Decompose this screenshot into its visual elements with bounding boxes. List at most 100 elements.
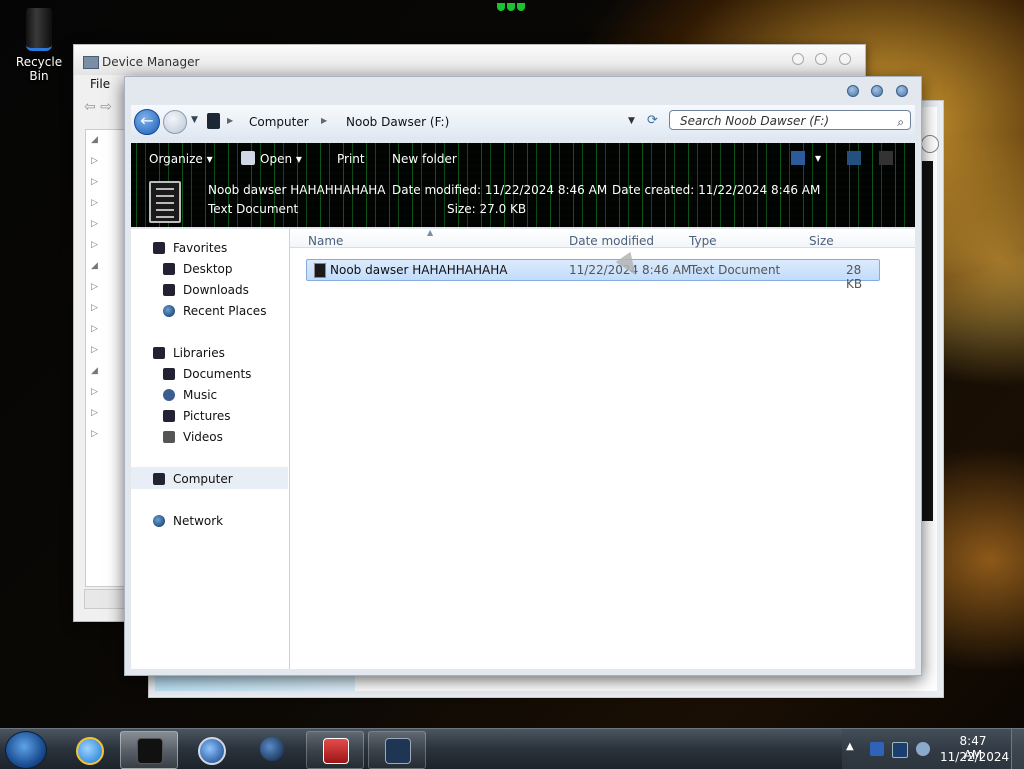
forward-arrow-icon[interactable]: ⇨ — [100, 99, 112, 115]
menu-file[interactable]: File — [90, 77, 110, 91]
organize-button[interactable]: Organize ▾ — [149, 152, 213, 166]
device-tree[interactable]: ◢ ▷ ▷ ▷ ▷ ▷ ◢ ▷ ▷ ▷ ▷ ◢ ▷ ▷ ▷ — [85, 129, 127, 587]
address-dropdown-icon[interactable]: ▼ — [628, 116, 635, 126]
taskbar-device-manager[interactable] — [368, 731, 426, 769]
nav-downloads[interactable]: Downloads — [163, 283, 249, 297]
start-button[interactable] — [5, 731, 47, 769]
tree-expander-icon[interactable]: ▷ — [86, 235, 126, 256]
taskbar: ▲ 8:47 AM 11/22/2024 — [0, 728, 1024, 769]
tree-expander-icon[interactable]: ▷ — [86, 340, 126, 361]
nav-recent-places[interactable]: Recent Places — [163, 304, 266, 318]
computer-icon — [153, 473, 165, 485]
security-shield-icon[interactable] — [870, 742, 884, 756]
tree-expander-icon[interactable]: ▷ — [86, 382, 126, 403]
pictures-icon — [163, 410, 175, 422]
maximize-button[interactable] — [871, 85, 883, 97]
nav-computer[interactable]: Computer — [153, 472, 233, 486]
file-list-pane[interactable]: ▲ Name Date modified Type Size Noob daws… — [290, 228, 915, 669]
recycle-bin-icon — [26, 8, 52, 51]
tree-expander-icon[interactable]: ◢ — [86, 256, 126, 277]
tree-expander-icon[interactable]: ▷ — [86, 403, 126, 424]
tree-expander-icon[interactable]: ▷ — [86, 214, 126, 235]
forward-button[interactable] — [163, 110, 187, 134]
nav-favorites[interactable]: Favorites — [153, 241, 227, 255]
breadcrumb-computer[interactable]: Computer — [249, 115, 309, 129]
command-bar: Organize ▾ Open ▾ Print New folder ▾ Noo… — [131, 143, 915, 227]
nav-pictures[interactable]: Pictures — [163, 409, 231, 423]
recent-pages-dropdown-icon[interactable]: ▼ — [191, 115, 198, 125]
open-icon — [241, 151, 255, 165]
column-header-row: ▲ Name Date modified Type Size — [290, 228, 915, 248]
nav-libraries[interactable]: Libraries — [153, 346, 225, 360]
back-button[interactable]: ← — [134, 109, 160, 135]
column-header-name[interactable]: Name — [308, 234, 343, 248]
nav-videos[interactable]: Videos — [163, 430, 223, 444]
device-manager-titlebar[interactable]: Device Manager — [74, 45, 865, 75]
tree-expander-icon[interactable]: ▷ — [86, 424, 126, 445]
nav-music[interactable]: Music — [163, 388, 217, 402]
nav-network[interactable]: Network — [153, 514, 223, 528]
network-status-icon[interactable] — [892, 742, 908, 758]
close-button[interactable] — [896, 85, 908, 97]
documents-icon — [163, 368, 175, 380]
show-hidden-icons-icon[interactable]: ▲ — [846, 741, 854, 752]
media-player-icon — [198, 737, 226, 765]
device-manager-statusbar — [84, 589, 126, 609]
column-header-type[interactable]: Type — [689, 234, 717, 248]
change-view-icon[interactable] — [791, 151, 805, 165]
tree-expander-icon[interactable]: ◢ — [86, 361, 126, 382]
tree-expander-icon[interactable]: ▷ — [86, 298, 126, 319]
preview-pane-icon[interactable] — [847, 151, 861, 165]
folder-icon — [137, 738, 163, 764]
nav-documents[interactable]: Documents — [163, 367, 251, 381]
taskbar-file-explorer[interactable] — [120, 731, 178, 769]
volume-icon[interactable] — [916, 742, 930, 756]
nav-label: Recent Places — [183, 304, 267, 318]
search-icon[interactable]: ⌕ — [897, 112, 904, 132]
libraries-icon — [153, 347, 165, 359]
back-arrow-icon: ← — [140, 111, 154, 130]
recycle-bin[interactable]: Recycle Bin — [6, 6, 72, 83]
minimize-button[interactable] — [847, 85, 859, 97]
explorer-window[interactable]: ← ▼ ▶ Computer ▶ Noob Dawser (F:) ▼ ⟳ Se… — [124, 76, 922, 676]
taskbar-internet-explorer[interactable] — [60, 731, 116, 767]
maximize-button[interactable] — [815, 53, 827, 65]
close-button[interactable] — [839, 53, 851, 65]
taskbar-media-player[interactable] — [182, 731, 238, 767]
table-row[interactable]: Noob dawser HAHAHHAHAHA 11/22/2024 8:46 … — [306, 259, 880, 291]
tree-expander-icon[interactable]: ▷ — [86, 193, 126, 214]
column-header-size[interactable]: Size — [809, 234, 834, 248]
nav-desktop[interactable]: Desktop — [163, 262, 233, 276]
view-dropdown-icon[interactable]: ▾ — [815, 151, 821, 165]
help-icon[interactable] — [879, 151, 893, 165]
back-arrow-icon[interactable]: ⇦ — [84, 99, 96, 115]
text-document-icon — [314, 263, 326, 278]
search-input[interactable]: Search Noob Dawser (F:) ⌕ — [669, 110, 911, 130]
taskbar-toolbox[interactable] — [306, 731, 364, 769]
navigation-pane[interactable]: Favorites Desktop Downloads Recent Place… — [131, 229, 290, 669]
open-button[interactable]: Open ▾ — [260, 152, 302, 166]
nav-label: Network — [173, 514, 224, 528]
globe-icon — [260, 737, 284, 761]
tree-expander-icon[interactable]: ▷ — [86, 319, 126, 340]
taskbar-network-app[interactable] — [244, 731, 300, 767]
background-window-sidebar — [921, 161, 933, 521]
minimize-button[interactable] — [792, 53, 804, 65]
show-desktop-button[interactable] — [1011, 729, 1024, 769]
tree-expander-icon[interactable]: ▷ — [86, 277, 126, 298]
text-document-icon — [149, 181, 181, 223]
refresh-icon[interactable]: ⟳ — [647, 113, 658, 128]
breadcrumb-separator-icon[interactable]: ▶ — [227, 116, 233, 125]
clock-date[interactable]: 11/22/2024 — [940, 750, 1009, 764]
breadcrumb-separator-icon[interactable]: ▶ — [321, 116, 327, 125]
search-placeholder: Search Noob Dawser (F:) — [680, 114, 830, 128]
tree-expander-icon[interactable]: ▷ — [86, 151, 126, 172]
tree-expander-icon[interactable]: ◢ — [86, 130, 126, 151]
search-icon[interactable] — [921, 135, 939, 153]
nav-label: Favorites — [173, 241, 228, 255]
tree-expander-icon[interactable]: ▷ — [86, 172, 126, 193]
column-header-date-modified[interactable]: Date modified — [569, 234, 654, 248]
new-folder-button[interactable]: New folder — [392, 152, 457, 166]
print-button[interactable]: Print — [337, 152, 365, 166]
breadcrumb-drive[interactable]: Noob Dawser (F:) — [346, 115, 449, 129]
